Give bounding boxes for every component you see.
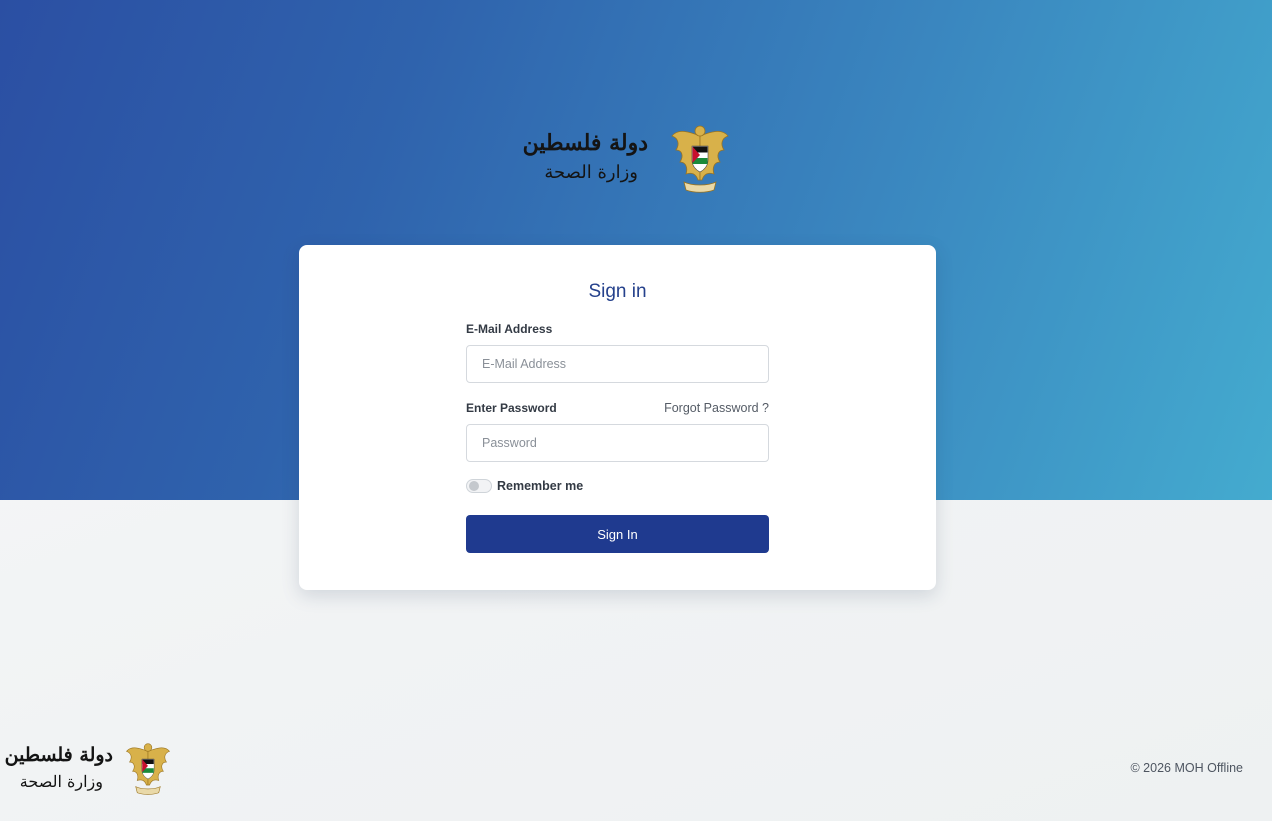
login-card: Sign in E-Mail Address Enter Password Fo… [299, 245, 936, 590]
sign-in-button[interactable]: Sign In [466, 515, 769, 553]
footer-ministry-name: وزارة الصحة [19, 772, 103, 791]
footer-eagle-emblem-icon [126, 743, 170, 795]
email-label: E-Mail Address [466, 322, 553, 336]
remember-me-label[interactable]: Remember me [497, 479, 583, 493]
copyright-text: © 2026 MOH Offline [1130, 761, 1244, 775]
eagle-emblem-icon [671, 125, 729, 193]
ministry-name: وزارة الصحة [544, 162, 638, 183]
toggle-knob [469, 481, 479, 491]
forgot-password-link[interactable]: Forgot Password ? [664, 401, 769, 415]
password-input[interactable] [466, 424, 769, 462]
password-label: Enter Password [466, 401, 557, 415]
footer-country-name: دولة فلسطين [4, 744, 113, 766]
remember-me-toggle[interactable] [466, 479, 492, 493]
footer-logo: دولة فلسطين وزارة الصحة [4, 736, 173, 806]
sign-in-title: Sign in [588, 281, 647, 302]
email-input[interactable] [466, 345, 769, 383]
header-logo: دولة فلسطين وزارة الصحة [520, 118, 730, 200]
country-name: دولة فلسطين [522, 130, 648, 156]
login-page: دولة فلسطين وزارة الصحة Sign in E-Mail A… [0, 0, 1272, 821]
